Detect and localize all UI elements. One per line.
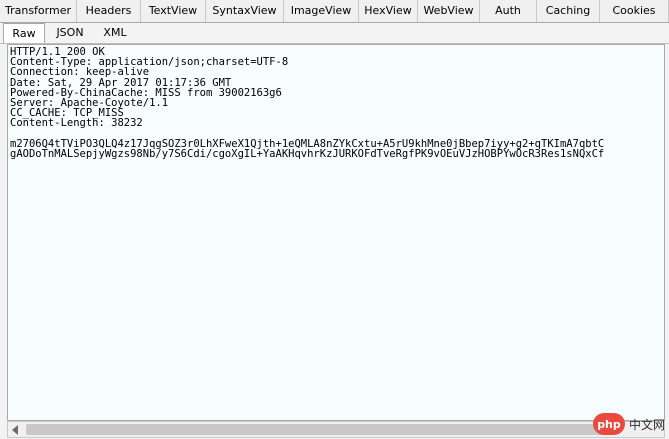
tab-caching[interactable]: Caching	[537, 0, 600, 22]
tab-json[interactable]: JSON	[45, 23, 95, 43]
tab-textview[interactable]: TextView	[141, 0, 206, 22]
tab-xml[interactable]: XML	[95, 23, 135, 43]
scroll-left-arrow-icon[interactable]	[12, 425, 18, 435]
tab-syntaxview[interactable]: SyntaxView	[206, 0, 284, 22]
tab-raw[interactable]: Raw	[3, 23, 45, 43]
tab-headers[interactable]: Headers	[77, 0, 141, 22]
horizontal-scrollbar[interactable]	[7, 421, 665, 438]
scrollbar-thumb[interactable]	[26, 424, 616, 435]
view-mode-tab-bar: Raw JSON XML	[0, 23, 669, 44]
tab-hexview[interactable]: HexView	[359, 0, 418, 22]
tab-transformer[interactable]: Transformer	[0, 0, 77, 22]
raw-response-text: HTTP/1.1 200 OK Content-Type: applicatio…	[10, 46, 605, 161]
tab-webview[interactable]: WebView	[418, 0, 480, 22]
tab-auth[interactable]: Auth	[480, 0, 537, 22]
inspector-tab-bar: Transformer Headers TextView SyntaxView …	[0, 0, 669, 23]
raw-response-textarea[interactable]: HTTP/1.1 200 OK Content-Type: applicatio…	[7, 44, 665, 421]
tab-imageview[interactable]: ImageView	[284, 0, 359, 22]
tab-cookies[interactable]: Cookies	[600, 0, 669, 22]
fiddler-response-inspector: Transformer Headers TextView SyntaxView …	[0, 0, 669, 439]
